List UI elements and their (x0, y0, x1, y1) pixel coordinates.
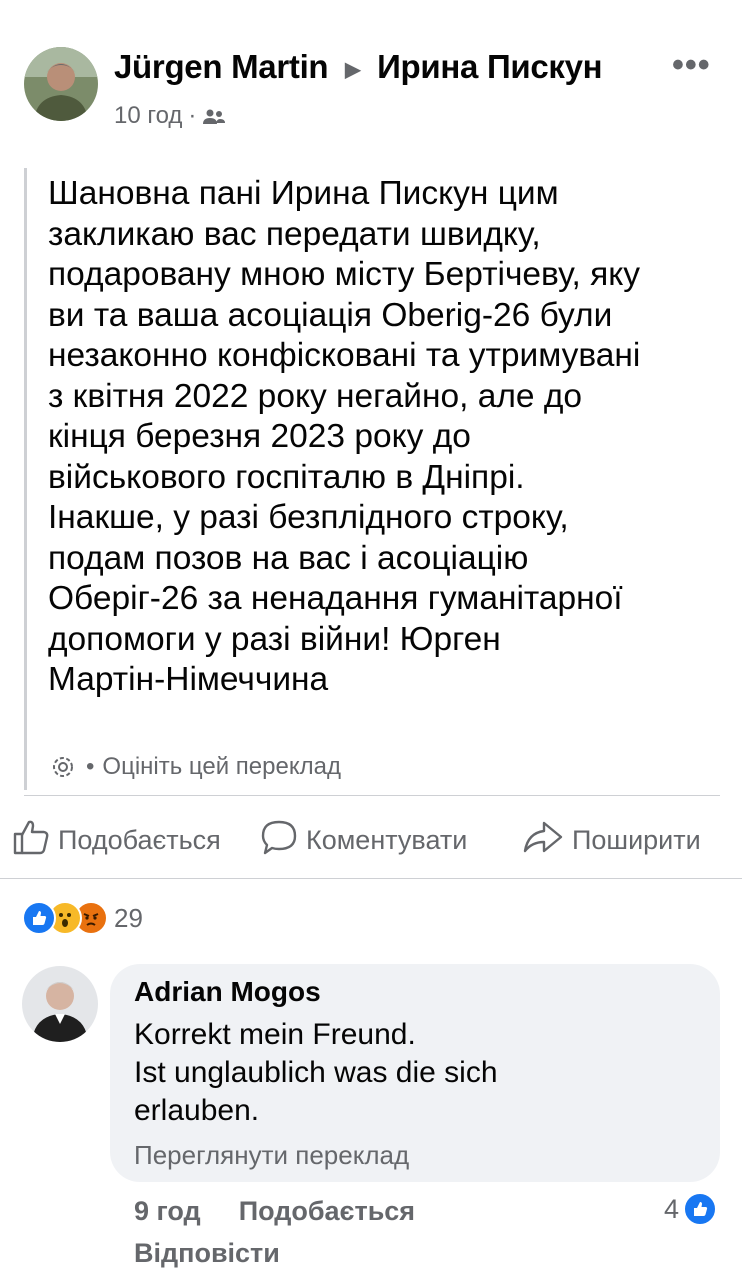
comment-text-line: Ist unglaublich was die sich (134, 1056, 498, 1089)
post-text-line: подаровану мною місту Бертічеву, яку (48, 256, 641, 293)
post-text-line: допомоги у разі війни! Юрген (48, 620, 501, 658)
comment-time[interactable]: 9 год (134, 1196, 201, 1227)
like-button[interactable]: Подобається (12, 818, 221, 863)
arrow-icon: ▶ (345, 58, 361, 81)
share-icon (522, 818, 564, 863)
reaction-count: 29 (114, 902, 143, 933)
post-text-line: Мартін-Німеччина (48, 661, 329, 698)
author-name[interactable]: Jürgen Martin (114, 48, 329, 85)
post-text-line: кінця березня 2023 року до (48, 418, 471, 455)
friends-audience-icon (202, 106, 226, 126)
divider (0, 878, 742, 879)
divider (24, 795, 720, 796)
meta-separator: · (188, 102, 197, 129)
post-text-line: з квітня 2022 року негайно, але до (48, 377, 583, 415)
comment-bubble[interactable]: Adrian Mogos Korrekt mein Freund. Ist un… (110, 964, 720, 1182)
rate-translation-link[interactable]: Оцініть цей переклад (102, 753, 341, 781)
see-translation-link[interactable]: Переглянути переклад (134, 1140, 409, 1171)
post-text-line: закликаю вас передати швидку, (48, 215, 541, 253)
recipient-name[interactable]: Ирина Пискун (377, 48, 602, 85)
author-avatar[interactable] (24, 47, 98, 121)
share-button[interactable]: Поширити (522, 818, 701, 863)
comment-text-line: Korrekt mein Freund. (134, 1018, 416, 1051)
more-options-icon[interactable]: ••• (672, 46, 711, 85)
comment-text-line: erlauben. (134, 1094, 260, 1127)
like-label: Подобається (58, 825, 221, 855)
reply-button[interactable]: Відповісти (134, 1238, 280, 1269)
post-text-line: Шановна пані Ирина Пискун цим (48, 175, 559, 212)
post-text-line: військового госпіталю в Дніпрі. (48, 458, 525, 496)
post-text-line: ви та ваша асоціація Oberig-26 були (48, 296, 613, 334)
translate-separator: • (86, 753, 95, 780)
post-text-line: Оберіг-26 за ненадання гуманітарної (48, 580, 623, 617)
comment-like-button[interactable]: Подобається (239, 1196, 415, 1227)
comment-button[interactable]: Коментувати (260, 818, 467, 863)
quote-bar (24, 168, 27, 790)
comment-label: Коментувати (306, 825, 468, 855)
like-reaction-icon (683, 1192, 718, 1226)
comment-like-count[interactable]: 4 (664, 1192, 718, 1226)
post-text-line: незаконно конфісковані та утримувані (48, 337, 641, 374)
commenter-avatar[interactable] (22, 966, 98, 1042)
like-reaction-icon (22, 901, 56, 935)
post-text-line: подам позов на вас і асоціацію (48, 539, 529, 577)
reactions-summary[interactable]: 29 (22, 901, 143, 935)
post-text: Шановна пані Ирина Пискун цим закликаю в… (48, 174, 728, 701)
gear-icon (48, 752, 78, 782)
thumbs-up-icon (12, 818, 50, 863)
post-time[interactable]: 10 год (114, 102, 182, 130)
commenter-name[interactable]: Adrian Mogos (134, 976, 321, 1008)
post-text-line: Інакше, у разі безплідного строку, (48, 499, 569, 536)
comment-like-number: 4 (664, 1193, 680, 1224)
comment-icon (260, 818, 298, 863)
share-label: Поширити (572, 825, 701, 855)
